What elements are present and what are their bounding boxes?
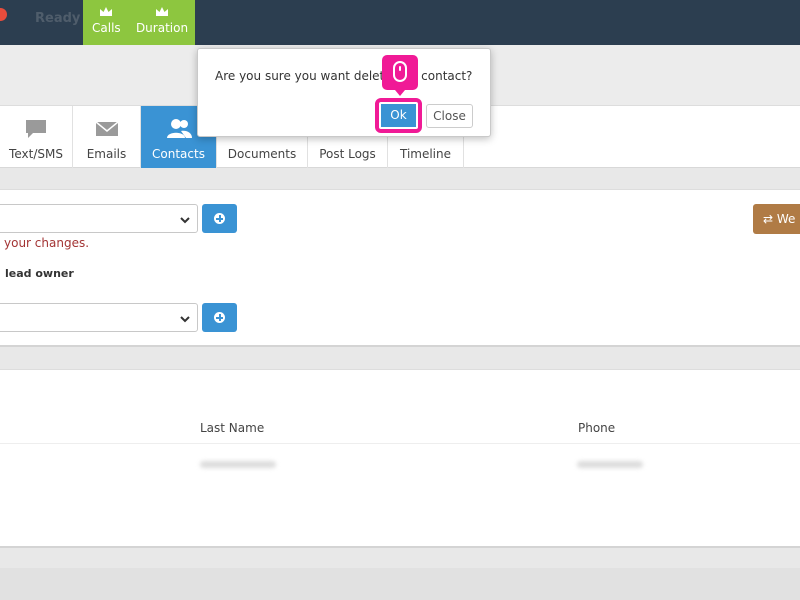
close-button[interactable]: Close: [426, 104, 473, 128]
tab-label: Timeline: [399, 147, 452, 161]
add-button[interactable]: [202, 204, 237, 233]
lead-owner-panel: your changes. lead owner ⇄ We: [0, 189, 800, 347]
chevron-down-icon: [179, 310, 191, 329]
web-button[interactable]: ⇄ We: [753, 204, 800, 234]
confirm-dialog: Are you sure you want delete this contac…: [197, 48, 491, 137]
tab-label: Emails: [86, 147, 127, 161]
tab-calls-label: Calls: [92, 21, 121, 35]
plus-circle-icon: [214, 213, 225, 224]
table-cell-last-name: [200, 461, 276, 468]
notification-dot: [0, 8, 7, 21]
tab-text-sms[interactable]: Text/SMS: [0, 106, 73, 168]
click-indicator: [382, 55, 418, 96]
speech-bubble-icon: [0, 118, 72, 140]
table-cell-phone: [577, 461, 643, 468]
column-header-last-name: Last Name: [200, 421, 265, 435]
warning-text: your changes.: [4, 236, 90, 250]
lead-owner-select[interactable]: [0, 303, 198, 332]
add-owner-button[interactable]: [202, 303, 237, 332]
tab-label: Post Logs: [319, 147, 376, 161]
footer-band: [0, 568, 800, 600]
tab-label: Contacts: [152, 147, 205, 161]
chevron-down-icon: [179, 211, 191, 230]
contacts-panel: Last Name Phone: [0, 369, 800, 548]
lead-owner-label: lead owner: [5, 267, 74, 280]
crown-icon: [92, 6, 120, 20]
ok-button[interactable]: Ok: [375, 98, 422, 133]
envelope-icon: [73, 118, 140, 140]
tab-duration[interactable]: Duration: [135, 6, 189, 35]
status-text: Ready: [35, 11, 81, 26]
assign-select[interactable]: [0, 204, 198, 233]
tab-duration-label: Duration: [135, 21, 189, 35]
tab-emails[interactable]: Emails: [73, 106, 141, 168]
mouse-icon: [393, 61, 407, 82]
dialog-message: Are you sure you want delete this contac…: [215, 69, 473, 83]
top-bar: Ready Calls Duration: [0, 0, 800, 45]
tab-label: Text/SMS: [9, 147, 63, 161]
table-divider: [0, 443, 800, 444]
column-header-phone: Phone: [578, 421, 616, 435]
tab-calls[interactable]: Calls: [92, 6, 121, 35]
tab-label: Documents: [227, 147, 297, 161]
crown-icon: [135, 6, 189, 20]
plus-circle-icon: [214, 312, 225, 323]
